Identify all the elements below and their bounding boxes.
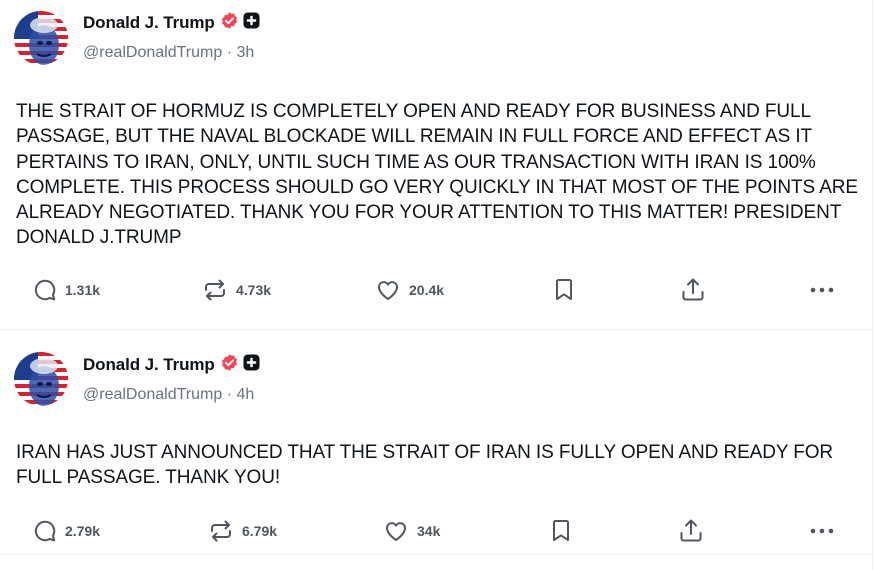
heart-icon — [383, 519, 409, 543]
verified-badge-icon — [215, 353, 239, 377]
author-row: Donald J. Trump — [83, 10, 260, 36]
repost-button[interactable]: 4.73k — [202, 272, 271, 308]
author-meta: @realDonaldTrump · 3h — [83, 44, 254, 62]
bookmark-icon — [550, 519, 572, 543]
repost-count: 6.79k — [242, 523, 278, 539]
like-count: 20.4k — [409, 282, 445, 298]
reply-button[interactable]: 1.31k — [33, 272, 100, 308]
heart-icon — [375, 278, 401, 302]
author-name[interactable]: Donald J. Trump — [83, 355, 215, 375]
feed: Donald J. Trump @realDonaldTrump · 3h TH — [0, 0, 873, 570]
bookmark-button[interactable] — [550, 513, 572, 549]
author-handle[interactable]: @realDonaldTrump — [83, 386, 222, 403]
reply-button[interactable]: 2.79k — [33, 513, 100, 549]
reply-bubble-icon — [33, 519, 57, 543]
post-text: IRAN HAS JUST ANNOUNCED THAT THE STRAIT … — [16, 442, 834, 489]
like-button[interactable]: 20.4k — [375, 272, 444, 308]
more-options-button[interactable] — [809, 272, 835, 308]
repost-arrows-icon — [208, 519, 234, 543]
avatar[interactable] — [14, 352, 68, 406]
action-bar: 2.79k 6.79k 34k — [0, 513, 872, 549]
post-time[interactable]: 4h — [237, 386, 255, 403]
share-button[interactable] — [680, 272, 706, 308]
action-bar: 1.31k 4.73k 20.4k — [0, 272, 872, 308]
author-name[interactable]: Donald J. Trump — [83, 13, 215, 33]
more-dots-icon — [809, 519, 835, 543]
post[interactable]: Donald J. Trump @realDonaldTrump · 3h TH — [0, 0, 872, 330]
author-row: Donald J. Trump — [83, 352, 260, 378]
bookmark-icon — [553, 278, 575, 302]
repost-count: 4.73k — [236, 282, 272, 298]
repost-button[interactable]: 6.79k — [208, 513, 277, 549]
verified-badge-icon — [215, 11, 239, 35]
bookmark-button[interactable] — [553, 272, 575, 308]
more-dots-icon — [809, 278, 835, 302]
reply-bubble-icon — [33, 278, 57, 302]
post-time[interactable]: 3h — [237, 44, 255, 61]
share-button[interactable] — [678, 513, 704, 549]
share-upload-icon — [678, 518, 704, 544]
reply-count: 2.79k — [65, 523, 101, 539]
post[interactable]: Donald J. Trump @realDonaldTrump · 4h IR — [0, 330, 872, 555]
like-count: 34k — [417, 523, 441, 539]
avatar[interactable] — [14, 11, 68, 65]
like-button[interactable]: 34k — [383, 513, 440, 549]
meta-separator: · — [226, 44, 237, 61]
author-handle[interactable]: @realDonaldTrump — [83, 44, 222, 61]
more-options-button[interactable] — [809, 513, 835, 549]
author-meta: @realDonaldTrump · 4h — [83, 386, 254, 404]
reply-count: 1.31k — [65, 282, 101, 298]
plus-badge-icon — [239, 354, 260, 376]
meta-separator: · — [226, 386, 237, 403]
plus-badge-icon — [239, 12, 260, 34]
repost-arrows-icon — [202, 278, 228, 302]
share-upload-icon — [680, 277, 706, 303]
post-text: THE STRAIT OF HORMUZ IS COMPLETELY OPEN … — [16, 101, 858, 249]
